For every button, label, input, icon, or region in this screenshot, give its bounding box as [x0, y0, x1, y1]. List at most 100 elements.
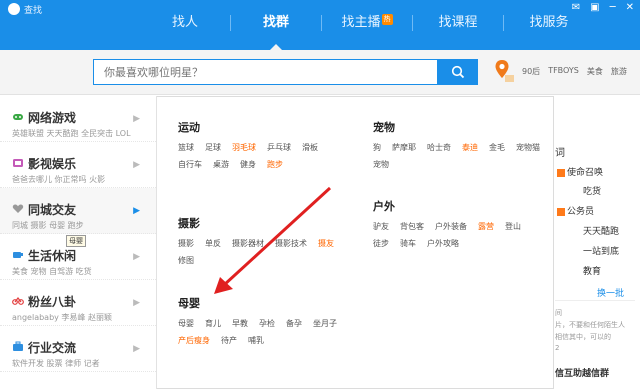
- hot-word[interactable]: 使命召唤: [557, 165, 603, 178]
- group-outdoor: 户外 驴友 背包客 户外装备 露营 登山 徒步 骑车 户外攻略: [373, 198, 558, 255]
- hot-badge-icon: [557, 207, 565, 216]
- subcategory-link[interactable]: 足球: [205, 142, 221, 153]
- hot-search-tags: 90后 TFBOYS 美食 旅游: [522, 66, 627, 77]
- subcategory-link[interactable]: 萨摩耶: [392, 142, 416, 153]
- hot-badge: 热: [381, 14, 393, 25]
- search-box: [93, 59, 438, 85]
- notice-text: 相信其中，可以的: [555, 333, 611, 341]
- subcategory-link[interactable]: 露营: [478, 221, 494, 232]
- subcategory-link[interactable]: 背包客: [400, 221, 424, 232]
- subcategory-link[interactable]: 备孕: [286, 318, 302, 329]
- sidebar-item-sub: 爸爸去哪儿 你正常吗 火影: [12, 175, 106, 184]
- chevron-right-icon: ▶: [133, 252, 140, 262]
- heart-icon: [12, 204, 24, 213]
- group-title: 母婴: [178, 297, 200, 310]
- subcategory-link[interactable]: 篮球: [178, 142, 194, 153]
- hot-word[interactable]: 公务员: [557, 204, 594, 217]
- subcategory-link[interactable]: 骑车: [400, 238, 416, 249]
- notice-text: 片，不要和任何陌生人: [555, 321, 625, 329]
- group-photography: 摄影 摄影 单反 摄影器材 摄影技术 摄友修图: [178, 215, 363, 272]
- location-pin-icon[interactable]: [494, 58, 516, 84]
- subcategory-link[interactable]: 摄影技术: [275, 238, 307, 249]
- subcategory-link[interactable]: 孕检: [259, 318, 275, 329]
- sidebar-item-sub: angelababy 李易峰 赵丽颖: [12, 313, 112, 322]
- sidebar-item-local-friends[interactable]: 同城交友 同城 摄影 母婴 跑步 ▶: [0, 188, 156, 234]
- sidebar-item-fan-gossip[interactable]: 粉丝八卦 angelababy 李易峰 赵丽颖 ▶: [0, 280, 156, 326]
- group-title: 宠物: [373, 121, 395, 134]
- film-icon: [13, 159, 23, 167]
- subcategory-link[interactable]: 哺乳: [248, 335, 264, 346]
- window-title: 查找: [24, 6, 43, 16]
- subcategory-link[interactable]: 羽毛球: [232, 142, 256, 153]
- group-title: 摄影: [178, 217, 200, 230]
- subcategory-link[interactable]: 登山: [505, 221, 521, 232]
- hot-word[interactable]: 教育: [583, 264, 601, 277]
- subcategory-link[interactable]: 单反: [205, 238, 221, 249]
- tab-find-people[interactable]: 找人: [140, 0, 230, 50]
- sidebar-item-industry[interactable]: 行业交流 软件开发 股票 律师 记者 ▶: [0, 326, 156, 372]
- search-input[interactable]: [94, 60, 437, 84]
- subcategory-link[interactable]: 金毛: [489, 142, 505, 153]
- group-items: 摄影 单反 摄影器材 摄影技术 摄友修图: [178, 238, 363, 272]
- search-icon: [451, 65, 465, 79]
- subcategory-link[interactable]: 产后瘦身: [178, 335, 210, 346]
- tab-find-courses[interactable]: 找课程: [413, 0, 503, 50]
- sidebar-item-sub: 美食 宠物 自驾游 吃货: [12, 267, 92, 276]
- subcategory-link[interactable]: 早教: [232, 318, 248, 329]
- group-items: 母婴 育儿 早教 孕检 备孕 坐月子产后瘦身 待产 哺乳: [178, 318, 363, 352]
- subcategory-link[interactable]: 自行车: [178, 159, 202, 170]
- subcategory-link[interactable]: 乒乓球: [267, 142, 291, 153]
- subcategory-link[interactable]: 滑板: [302, 142, 318, 153]
- gamepad-icon: [13, 114, 23, 120]
- subcategory-link[interactable]: 摄影器材: [232, 238, 264, 249]
- hot-tag[interactable]: 90后: [522, 66, 540, 77]
- group-sports: 运动 篮球 足球 羽毛球 乒乓球 滑板 自行车 桌游 健身 跑步: [178, 119, 363, 176]
- subcategory-panel: 运动 篮球 足球 羽毛球 乒乓球 滑板 自行车 桌游 健身 跑步 宠物 狗萨摩耶 哈士奇 泰迪 金毛宠…: [157, 96, 554, 389]
- subcategory-link[interactable]: 母婴: [178, 318, 194, 329]
- subcategory-link[interactable]: 泰迪: [462, 142, 478, 153]
- sidebar-item-online-games[interactable]: 网络游戏 英雄联盟 天天酷跑 全民突击 LOL ▶: [0, 96, 156, 142]
- hot-tag[interactable]: 美食: [587, 66, 603, 77]
- app-logo-icon: [8, 3, 20, 15]
- group-items: 驴友 背包客 户外装备 露营 登山徒步 骑车 户外攻略: [373, 221, 558, 255]
- subcategory-link[interactable]: 跑步: [267, 159, 283, 170]
- tab-find-groups[interactable]: 找群: [231, 0, 321, 50]
- subcategory-link[interactable]: 育儿: [205, 318, 221, 329]
- subcategory-link[interactable]: 哈士奇: [427, 142, 451, 153]
- hot-word[interactable]: 吃货: [583, 184, 601, 197]
- tab-find-anchor[interactable]: 找主播热: [322, 0, 412, 50]
- skin-icon[interactable]: ▣: [590, 2, 599, 13]
- chevron-right-icon: ▶: [133, 298, 140, 308]
- refresh-batch-link[interactable]: 换一批: [597, 286, 624, 299]
- hot-tag[interactable]: TFBOYS: [548, 66, 579, 77]
- group-maternity: 母婴 母婴 育儿 早教 孕检 备孕 坐月子产后瘦身 待产 哺乳: [178, 295, 363, 352]
- sidebar-item-entertainment[interactable]: 影视娱乐 爸爸去哪儿 你正常吗 火影 ▶: [0, 142, 156, 188]
- minimize-icon[interactable]: ─: [610, 2, 616, 13]
- window-controls: ✉ ▣ ─ ✕: [572, 2, 634, 13]
- subcategory-link[interactable]: 徒步: [373, 238, 389, 249]
- subcategory-link[interactable]: 健身: [240, 159, 256, 170]
- hot-tag[interactable]: 旅游: [611, 66, 627, 77]
- subcategory-link[interactable]: 驴友: [373, 221, 389, 232]
- subcategory-link[interactable]: 宠物: [373, 159, 389, 170]
- subcategory-link[interactable]: 户外装备: [435, 221, 467, 232]
- sidebar-item-sub: 英雄联盟 天天酷跑 全民突击 LOL: [12, 129, 131, 138]
- search-button[interactable]: [438, 59, 478, 85]
- bike-icon: [12, 297, 24, 305]
- title-bar: 查找 找人 找群 找主播热 找课程 找服务 ✉ ▣ ─ ✕: [0, 0, 640, 50]
- cup-icon: [13, 252, 23, 258]
- subcategory-link[interactable]: 户外攻略: [427, 238, 459, 249]
- subcategory-link[interactable]: 狗: [373, 142, 381, 153]
- subcategory-link[interactable]: 桌游: [213, 159, 229, 170]
- mail-icon[interactable]: ✉: [572, 2, 580, 13]
- hot-word[interactable]: 天天酷跑: [583, 224, 619, 237]
- subcategory-link[interactable]: 摄影: [178, 238, 194, 249]
- subcategory-link[interactable]: 摄友: [318, 238, 334, 249]
- subcategory-link[interactable]: 修图: [178, 255, 194, 266]
- chevron-right-icon: ▶: [133, 206, 140, 216]
- subcategory-link[interactable]: 坐月子: [313, 318, 337, 329]
- subcategory-link[interactable]: 宠物猫: [516, 142, 540, 153]
- close-icon[interactable]: ✕: [626, 2, 634, 13]
- subcategory-link[interactable]: 待产: [221, 335, 237, 346]
- hot-word[interactable]: 一站到底: [583, 244, 619, 257]
